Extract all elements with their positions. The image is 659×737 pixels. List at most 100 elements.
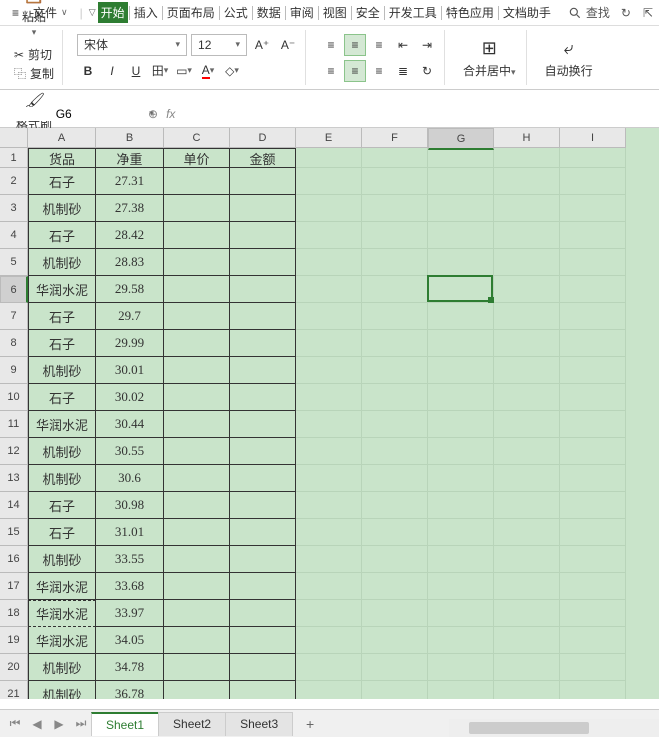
cell-A19[interactable]: 华润水泥 <box>28 627 96 654</box>
cell-H14[interactable] <box>494 492 560 519</box>
cell-A15[interactable]: 石子 <box>28 519 96 546</box>
cell-A14[interactable]: 石子 <box>28 492 96 519</box>
cell-D11[interactable] <box>230 411 296 438</box>
cell-G9[interactable] <box>428 357 494 384</box>
cell-A10[interactable]: 石子 <box>28 384 96 411</box>
cell-A6[interactable]: 华润水泥 <box>28 276 96 303</box>
col-header-C[interactable]: C <box>164 128 230 148</box>
cell-A5[interactable]: 机制砂 <box>28 249 96 276</box>
sheet-tab-Sheet1[interactable]: Sheet1 <box>91 712 159 736</box>
cell-D7[interactable] <box>230 303 296 330</box>
cell-A1[interactable]: 货品 <box>28 148 96 168</box>
row-header-13[interactable]: 13 <box>0 465 28 492</box>
font-size-select[interactable]: 12▾ <box>191 34 247 56</box>
cell-E20[interactable] <box>296 654 362 681</box>
font-name-select[interactable]: 宋体▾ <box>77 34 187 56</box>
fill-color-button[interactable]: ▭▾ <box>173 60 195 82</box>
cell-A11[interactable]: 华润水泥 <box>28 411 96 438</box>
row-header-12[interactable]: 12 <box>0 438 28 465</box>
search-button[interactable]: 查找 <box>568 4 610 21</box>
cell-F19[interactable] <box>362 627 428 654</box>
align-middle-button[interactable]: ≡ <box>344 34 366 56</box>
cell-D15[interactable] <box>230 519 296 546</box>
wrap-button[interactable]: ⤶ 自动换行 <box>541 34 597 81</box>
cell-D2[interactable] <box>230 168 296 195</box>
align-justify-button[interactable]: ≣ <box>392 60 414 82</box>
row-header-18[interactable]: 18 <box>0 600 28 627</box>
row-header-8[interactable]: 8 <box>0 330 28 357</box>
add-sheet-button[interactable]: + <box>297 716 323 732</box>
cell-G16[interactable] <box>428 546 494 573</box>
cell-A2[interactable]: 石子 <box>28 168 96 195</box>
cell-F17[interactable] <box>362 573 428 600</box>
cell-I8[interactable] <box>560 330 626 357</box>
increase-indent-button[interactable]: ⇥ <box>416 34 438 56</box>
menu-tab-1[interactable]: 插入 <box>131 2 161 23</box>
cell-A9[interactable]: 机制砂 <box>28 357 96 384</box>
cell-B8[interactable]: 29.99 <box>96 330 164 357</box>
name-box-input[interactable] <box>0 107 141 121</box>
cell-F13[interactable] <box>362 465 428 492</box>
cell-H4[interactable] <box>494 222 560 249</box>
col-header-A[interactable]: A <box>28 128 96 148</box>
cut-button[interactable]: ✂剪切 <box>14 46 54 63</box>
row-header-4[interactable]: 4 <box>0 222 28 249</box>
col-header-E[interactable]: E <box>296 128 362 148</box>
sheet-nav-first[interactable]: ⏮ <box>4 713 26 735</box>
cell-D8[interactable] <box>230 330 296 357</box>
cell-F2[interactable] <box>362 168 428 195</box>
align-bottom-button[interactable]: ≡ <box>368 34 390 56</box>
row-header-14[interactable]: 14 <box>0 492 28 519</box>
cell-H21[interactable] <box>494 681 560 699</box>
cell-A8[interactable]: 石子 <box>28 330 96 357</box>
cell-E14[interactable] <box>296 492 362 519</box>
cell-E17[interactable] <box>296 573 362 600</box>
cell-B13[interactable]: 30.6 <box>96 465 164 492</box>
row-header-16[interactable]: 16 <box>0 546 28 573</box>
cell-A20[interactable]: 机制砂 <box>28 654 96 681</box>
cell-D13[interactable] <box>230 465 296 492</box>
menu-tab-0[interactable]: 开始 <box>98 2 128 23</box>
cell-H8[interactable] <box>494 330 560 357</box>
menu-tab-9[interactable]: 特色应用 <box>443 2 497 23</box>
increase-font-button[interactable]: A⁺ <box>251 34 273 56</box>
cell-F18[interactable] <box>362 600 428 627</box>
cell-H1[interactable] <box>494 148 560 168</box>
cell-C9[interactable] <box>164 357 230 384</box>
cell-G5[interactable] <box>428 249 494 276</box>
col-header-G[interactable]: G <box>428 128 494 150</box>
cell-C12[interactable] <box>164 438 230 465</box>
cell-I7[interactable] <box>560 303 626 330</box>
cell-D5[interactable] <box>230 249 296 276</box>
cell-B6[interactable]: 29.58 <box>96 276 164 303</box>
cell-E15[interactable] <box>296 519 362 546</box>
font-color-button[interactable]: A▾ <box>197 60 219 82</box>
cell-H9[interactable] <box>494 357 560 384</box>
cell-I6[interactable] <box>560 276 626 303</box>
align-right-button[interactable]: ≡ <box>368 60 390 82</box>
cell-B16[interactable]: 33.55 <box>96 546 164 573</box>
cell-B3[interactable]: 27.38 <box>96 195 164 222</box>
cell-G12[interactable] <box>428 438 494 465</box>
cell-D17[interactable] <box>230 573 296 600</box>
cell-A4[interactable]: 石子 <box>28 222 96 249</box>
cell-D6[interactable] <box>230 276 296 303</box>
align-top-button[interactable]: ≡ <box>320 34 342 56</box>
cell-A13[interactable]: 机制砂 <box>28 465 96 492</box>
copy-button[interactable]: ⿻复制 <box>14 65 54 82</box>
paste-button[interactable]: 📋 粘贴▾ <box>18 0 50 40</box>
cell-I4[interactable] <box>560 222 626 249</box>
cell-I3[interactable] <box>560 195 626 222</box>
cell-H12[interactable] <box>494 438 560 465</box>
cell-F7[interactable] <box>362 303 428 330</box>
cell-C7[interactable] <box>164 303 230 330</box>
cell-D14[interactable] <box>230 492 296 519</box>
cell-A7[interactable]: 石子 <box>28 303 96 330</box>
cell-F12[interactable] <box>362 438 428 465</box>
qat-dropdown[interactable]: ▽ <box>89 7 96 18</box>
cell-I13[interactable] <box>560 465 626 492</box>
cell-D3[interactable] <box>230 195 296 222</box>
menu-tab-7[interactable]: 安全 <box>353 2 383 23</box>
cell-B15[interactable]: 31.01 <box>96 519 164 546</box>
cell-C4[interactable] <box>164 222 230 249</box>
